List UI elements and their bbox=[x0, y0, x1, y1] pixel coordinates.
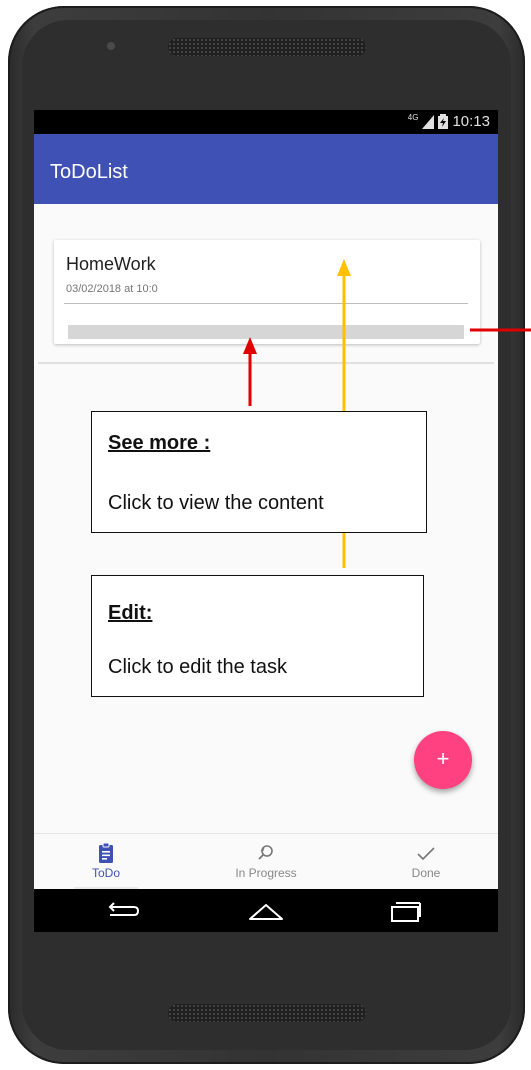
edit-callout-title: Edit: bbox=[108, 602, 153, 624]
see-more-callout: See more : Click to view the content bbox=[91, 411, 427, 533]
app-bar: ToDoList bbox=[34, 134, 498, 204]
top-speaker bbox=[168, 38, 366, 56]
bottom-navigation: ToDo In Progress Done bbox=[34, 833, 498, 890]
nav-item-done[interactable]: Done bbox=[366, 834, 486, 890]
home-icon[interactable] bbox=[246, 899, 286, 923]
see-more-callout-text: Click to view the content bbox=[108, 492, 324, 514]
nav-item-in-progress[interactable]: In Progress bbox=[206, 834, 326, 890]
see-more-bar[interactable] bbox=[68, 325, 464, 339]
front-camera bbox=[107, 42, 115, 50]
edit-callout: Edit: Click to edit the task bbox=[91, 575, 424, 697]
status-time: 10:13 bbox=[452, 113, 490, 130]
status-bar: 4G 10:13 bbox=[34, 110, 498, 134]
bottom-speaker bbox=[168, 1004, 366, 1022]
nav-label-done: Done bbox=[411, 866, 441, 880]
signal-icon bbox=[422, 114, 435, 129]
clipboard-icon bbox=[99, 842, 113, 863]
add-task-button[interactable]: + bbox=[414, 731, 472, 789]
list-divider bbox=[38, 362, 494, 364]
card-divider bbox=[64, 303, 468, 304]
edit-callout-text: Click to edit the task bbox=[108, 656, 287, 678]
search-icon bbox=[258, 845, 273, 860]
checkmark-icon bbox=[417, 847, 435, 861]
task-card[interactable]: HomeWork 03/02/2018 at 10:0 bbox=[54, 240, 480, 344]
app-title: ToDoList bbox=[50, 161, 128, 183]
nav-item-todo[interactable]: ToDo bbox=[46, 834, 166, 890]
system-navigation-bar bbox=[34, 889, 498, 932]
task-date: 03/02/2018 at 10:0 bbox=[66, 283, 158, 295]
network-indicator: 4G bbox=[407, 113, 419, 122]
task-title: HomeWork bbox=[66, 254, 156, 274]
recents-icon[interactable] bbox=[386, 899, 426, 923]
battery-icon bbox=[438, 114, 449, 129]
nav-label-in-progress: In Progress bbox=[235, 866, 297, 880]
nav-label-todo: ToDo bbox=[91, 866, 120, 880]
see-more-callout-title: See more : bbox=[108, 432, 211, 454]
back-icon[interactable] bbox=[102, 899, 142, 923]
